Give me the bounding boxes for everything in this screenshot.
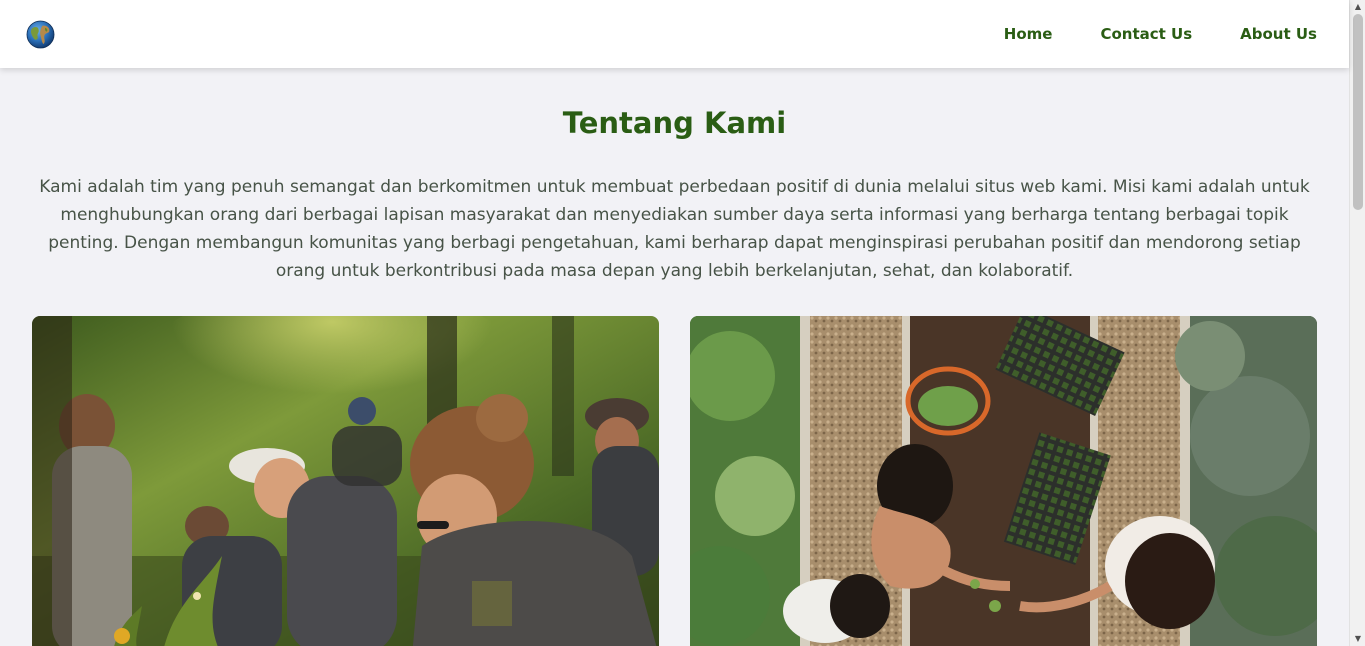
page-scrollbar[interactable]: ▲ ▼	[1349, 0, 1365, 646]
about-description: Kami adalah tim yang penuh semangat dan …	[39, 177, 1310, 281]
community-garden-photo	[690, 316, 1317, 646]
page-title: Tentang Kami	[562, 106, 787, 140]
scrollbar-thumb[interactable]	[1353, 14, 1363, 210]
about-section: Tentang Kami Kami adalah tim yang penuh …	[0, 68, 1349, 646]
navbar: Home Contact Us About Us	[0, 0, 1349, 68]
volunteers-gardening-photo	[32, 316, 659, 646]
globe-icon[interactable]	[26, 20, 55, 49]
scroll-down-icon[interactable]: ▼	[1350, 632, 1365, 646]
nav-about-link[interactable]: About Us	[1240, 25, 1317, 43]
nav-links: Home Contact Us About Us	[1004, 25, 1317, 43]
nav-contact-link[interactable]: Contact Us	[1100, 25, 1192, 43]
nav-home-link[interactable]: Home	[1004, 25, 1053, 43]
scroll-up-icon[interactable]: ▲	[1350, 0, 1365, 14]
